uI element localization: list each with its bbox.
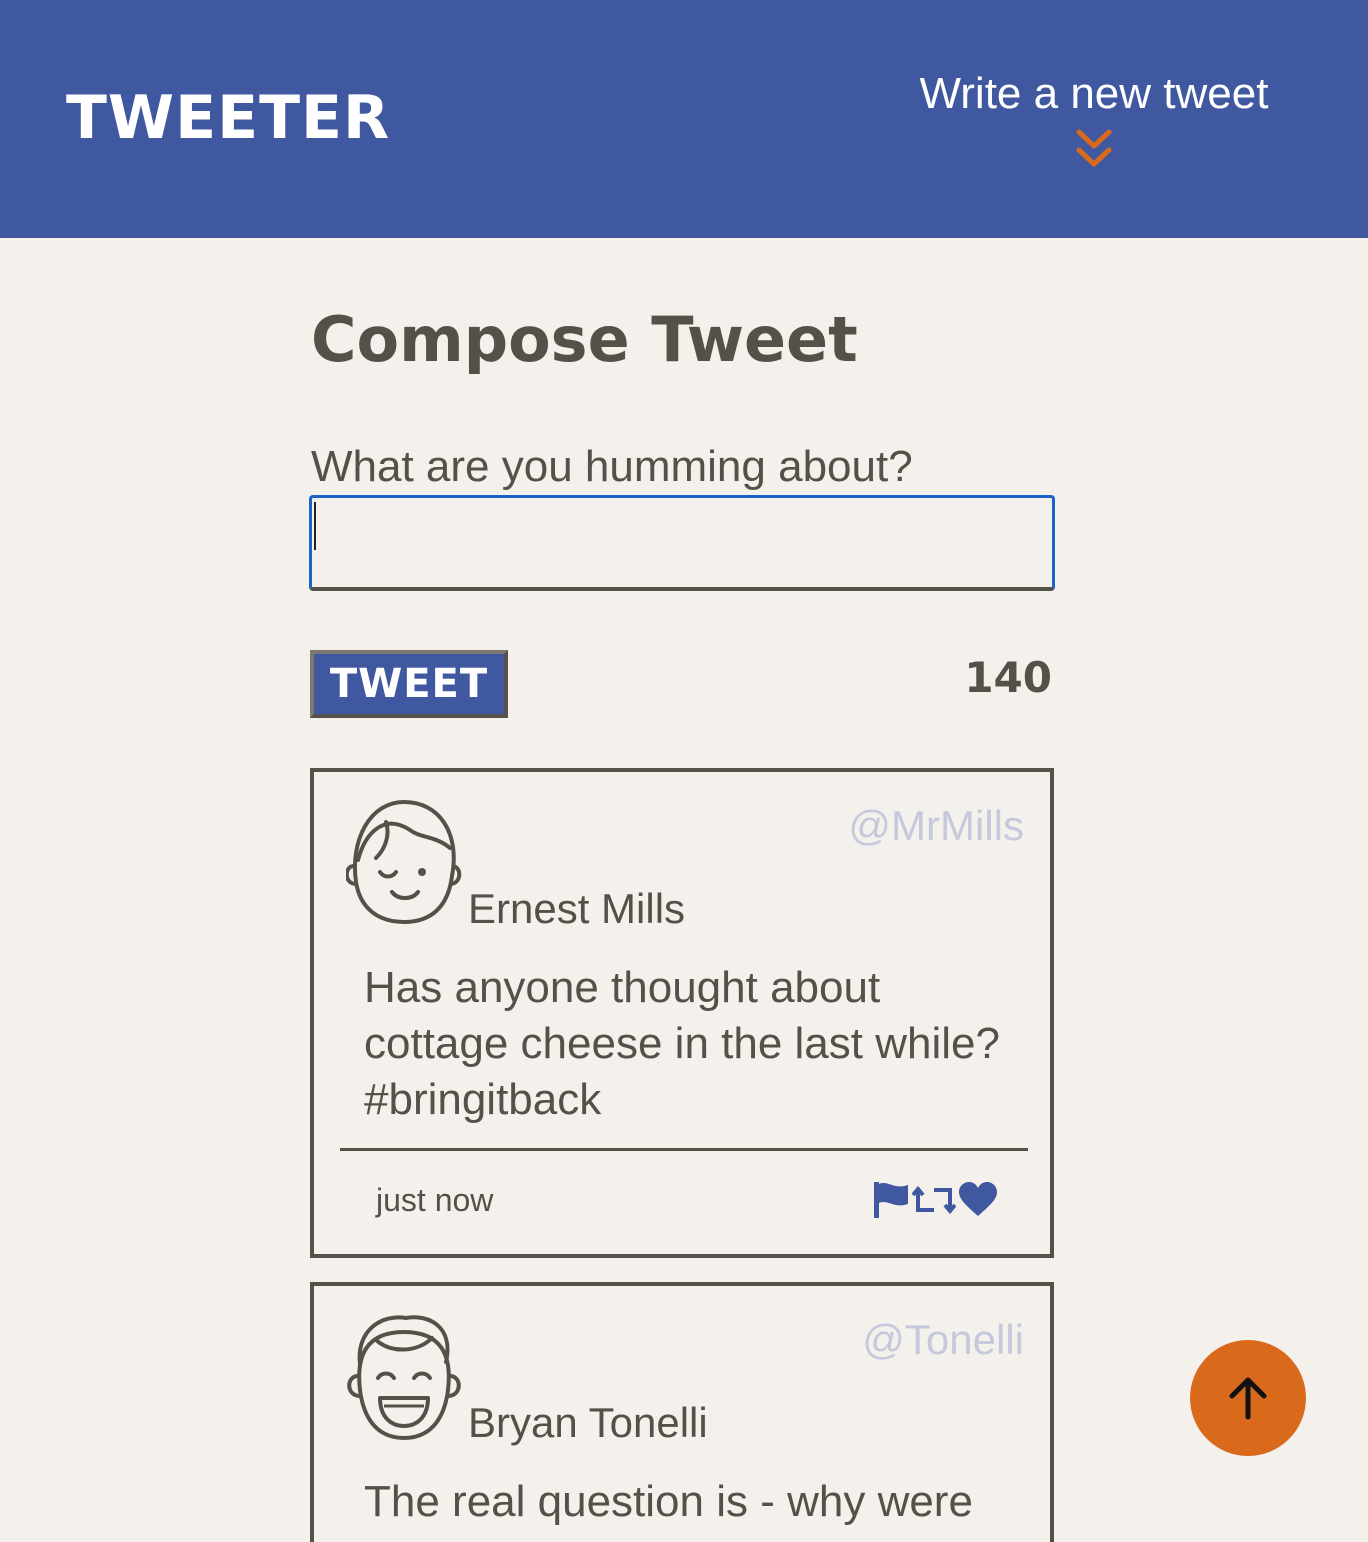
- brand-logo: TWEETER: [66, 83, 391, 153]
- tweet-timestamp: just now: [376, 1182, 494, 1218]
- tweet-body: The real question is - why were: [364, 1477, 973, 1526]
- winking-face-avatar-icon: [346, 799, 462, 925]
- tweet-card: @MrMills Ernest Mills Has anyone thought…: [310, 768, 1054, 1258]
- tweet-author: Ernest Mills: [468, 885, 686, 932]
- tweet-text-input[interactable]: [309, 495, 1055, 591]
- heart-icon[interactable]: [958, 1182, 998, 1218]
- laughing-face-avatar-icon: [347, 1315, 461, 1441]
- tweet-author: Bryan Tonelli: [468, 1399, 708, 1446]
- compose-title: Compose Tweet: [311, 303, 858, 376]
- write-new-tweet-label: Write a new tweet: [919, 69, 1269, 118]
- tweet-submit-button[interactable]: TWEET: [310, 650, 508, 718]
- retweet-icon[interactable]: [912, 1182, 956, 1218]
- flag-icon[interactable]: [872, 1182, 910, 1218]
- double-chevron-down-icon: [1076, 129, 1112, 167]
- top-nav: TWEETER Write a new tweet: [0, 0, 1368, 238]
- tweet-handle: @MrMills: [848, 802, 1024, 849]
- arrow-up-icon: [1229, 1377, 1267, 1420]
- tweet-card: @Tonelli Bryan Tonelli The real question…: [310, 1282, 1054, 1542]
- tweet-body: Has anyone thought about cottage cheese …: [364, 963, 1000, 1124]
- tweet-divider: [340, 1148, 1028, 1151]
- scroll-to-top-button[interactable]: [1190, 1340, 1306, 1456]
- tweet-actions: [872, 1180, 998, 1220]
- text-caret: [314, 502, 316, 550]
- char-counter: 140: [964, 653, 1052, 702]
- write-new-tweet-toggle[interactable]: Write a new tweet: [905, 64, 1283, 174]
- tweet-prompt-label: What are you humming about?: [311, 442, 913, 491]
- tweet-handle: @Tonelli: [862, 1316, 1024, 1363]
